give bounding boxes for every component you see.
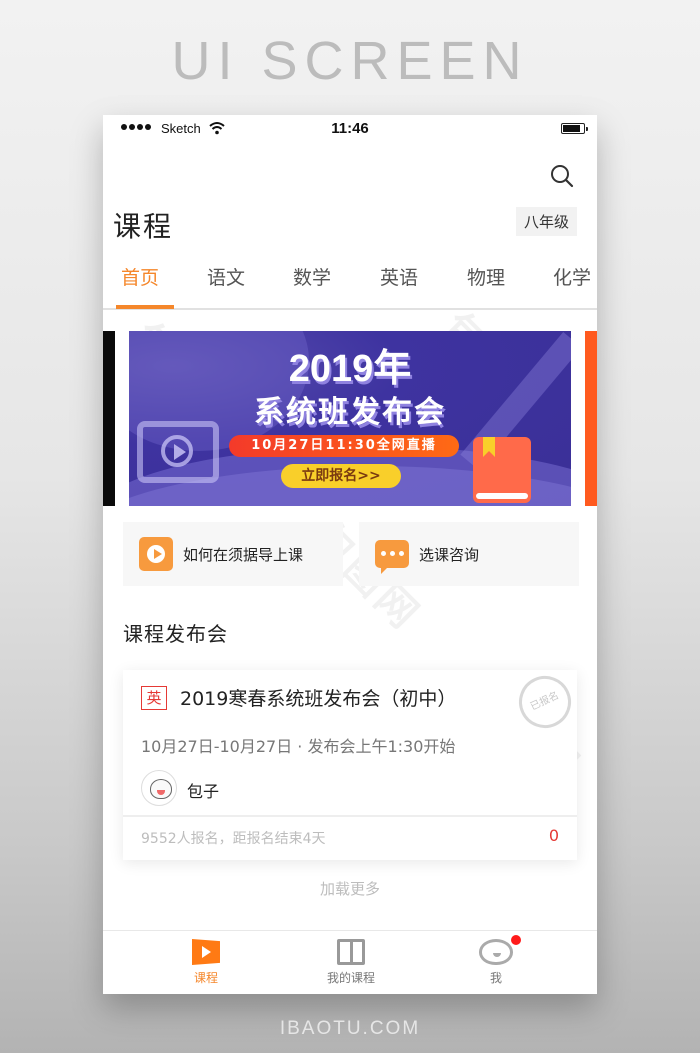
banner-title: 2019年 <box>288 348 412 390</box>
card-divider <box>123 815 577 817</box>
quick-link-consult[interactable]: 选课咨询 <box>359 522 579 586</box>
quick-link-label: 如何在须据导上课 <box>183 545 304 564</box>
notification-badge <box>511 935 521 945</box>
banner-slide[interactable]: 2019年 系统班发布会 10月27日11:30全网直播 立即报名>> <box>129 331 571 506</box>
subject-tabs: 首页 语文 数学 英语 物理 化学 <box>103 253 597 310</box>
grade-selector[interactable]: 八年级 <box>515 207 577 236</box>
enroll-info: 9552人报名，距报名结束4天 <box>141 831 326 847</box>
book-pages <box>476 493 528 499</box>
section-title: 课程发布会 <box>123 622 228 646</box>
chat-bubble-icon <box>375 540 409 574</box>
tab-english[interactable]: 英语 <box>380 263 418 290</box>
load-more-button[interactable]: 加载更多 <box>103 878 597 899</box>
nav-label: 课程 <box>193 971 218 985</box>
bookmark-icon <box>483 437 495 457</box>
course-play-icon <box>192 939 220 965</box>
play-icon <box>161 435 193 467</box>
banner-date-pill: 10月27日11:30全网直播 <box>229 435 459 457</box>
banner-subtitle: 系统班发布会 <box>254 395 446 430</box>
page-title: 课程 <box>113 210 174 243</box>
tab-physics[interactable]: 物理 <box>467 263 505 290</box>
tab-home[interactable]: 首页 <box>121 263 159 290</box>
phone-screen: 包图网 包图网 包图网 包图网 Sketch 11:46 课程 八年级 首页 语… <box>103 115 597 994</box>
quick-link-how-to-attend[interactable]: 如何在须据导上课 <box>123 522 343 586</box>
course-date: 10月27日-10月27日 · 发布会上午1:30开始 <box>141 737 456 756</box>
book-icon <box>337 939 365 965</box>
teacher-name: 包子 <box>187 782 220 801</box>
banner-signup-button[interactable]: 立即报名>> <box>281 464 401 488</box>
quick-link-label: 选课咨询 <box>419 545 480 564</box>
status-bar: Sketch 11:46 <box>103 115 597 143</box>
enrolled-stamp: 已报名 <box>510 667 580 737</box>
footer-brand: IBAOTU.COM <box>279 1018 421 1039</box>
tab-chinese[interactable]: 语文 <box>207 263 245 290</box>
tab-math[interactable]: 数学 <box>293 263 331 290</box>
bottom-nav: 课程 我的课程 我 <box>103 930 597 994</box>
nav-label: 我的课程 <box>326 971 375 985</box>
page-heading: UI SCREEN <box>171 31 529 91</box>
nav-me[interactable]: 我 <box>436 935 556 986</box>
banner-carousel[interactable]: 2019年 系统班发布会 10月27日11:30全网直播 立即报名>> <box>103 331 597 506</box>
nav-my-courses[interactable]: 我的课程 <box>291 939 411 986</box>
tab-chemistry[interactable]: 化学 <box>553 263 591 290</box>
nav-label: 我 <box>489 971 502 985</box>
battery-icon <box>561 123 588 134</box>
active-tab-indicator <box>116 305 174 309</box>
profile-face-icon <box>479 939 513 965</box>
status-time: 11:46 <box>331 120 369 137</box>
enroll-count: 0 <box>548 826 559 845</box>
banner-prev-slide[interactable] <box>103 331 115 506</box>
search-icon[interactable] <box>549 163 575 189</box>
subject-tag: 英 <box>141 686 167 710</box>
nav-courses[interactable]: 课程 <box>146 939 266 986</box>
course-title: 2019寒春系统班发布会（初中） <box>180 688 457 710</box>
book-icon <box>473 437 531 503</box>
quick-links: 如何在须据导上课 选课咨询 <box>123 522 579 586</box>
course-card[interactable]: 英 2019寒春系统班发布会（初中） 已报名 10月27日-10月27日 · 发… <box>123 667 580 860</box>
play-circle-icon <box>139 537 173 571</box>
teacher-avatar <box>141 770 177 806</box>
banner-next-slide[interactable] <box>585 331 597 506</box>
